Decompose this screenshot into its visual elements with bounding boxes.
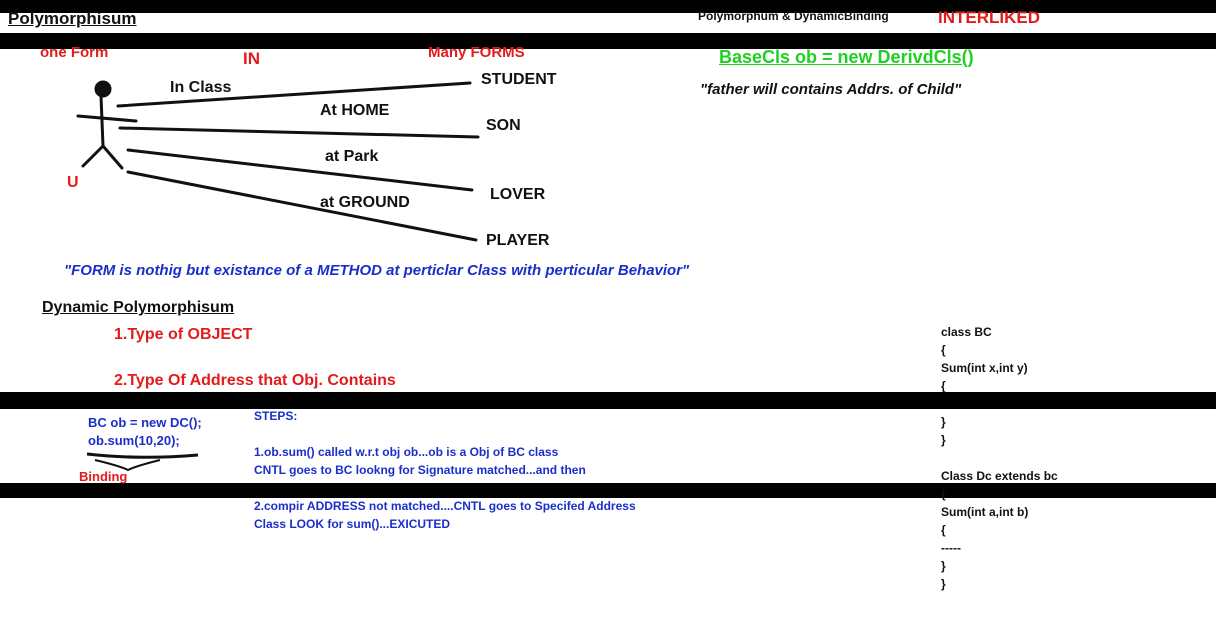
stick-figure-body <box>99 94 105 148</box>
code-line: } <box>941 433 946 447</box>
steps-title: STEPS: <box>254 409 298 423</box>
context-label-class: In Class <box>170 79 232 96</box>
step-1a: 1.ob.sum() called w.r.t obj ob...ob is a… <box>254 445 559 459</box>
example-line-2: ob.sum(10,20); <box>88 433 180 448</box>
base-derived-code: BaseCls ob = new DerivdCls() <box>719 47 974 67</box>
code-line: } <box>941 559 946 573</box>
stick-figure-leg-right <box>101 144 124 170</box>
target-son: SON <box>486 117 521 134</box>
target-player: PLAYER <box>486 232 550 249</box>
target-lover: LOVER <box>490 186 546 203</box>
target-student: STUDENT <box>481 71 557 88</box>
code-line: { <box>941 343 946 357</box>
code-line: } <box>941 415 946 429</box>
code-line: Class Dc extends bc <box>941 469 1058 483</box>
step-1b: CNTL goes to BC lookng for Signature mat… <box>254 463 586 477</box>
code-line: class BC <box>941 325 992 339</box>
connector-lover <box>126 148 474 192</box>
context-label-park: at Park <box>325 148 379 165</box>
binding-label: Binding <box>79 469 128 484</box>
code-line: { <box>941 379 946 393</box>
connector-son <box>118 126 480 139</box>
stick-figure-leg-left <box>81 144 105 168</box>
dynamic-heading: Dynamic Polymorphisum <box>42 299 235 316</box>
code-line: Sum(int x,int y) <box>941 361 1028 375</box>
diagram-lines <box>76 80 480 472</box>
code-line: } <box>941 577 946 591</box>
step-2a: 2.compir ADDRESS not matched....CNTL goe… <box>254 499 636 513</box>
form-definition: "FORM is nothig but existance of a METHO… <box>64 262 690 279</box>
example-line-1: BC ob = new DC(); <box>88 415 202 430</box>
code-line: ----- <box>941 541 961 555</box>
binding-underline <box>86 452 199 459</box>
father-child-quote: "father will contains Addrs. of Child" <box>700 81 962 98</box>
point-type-address: 2.Type Of Address that Obj. Contains <box>114 372 396 389</box>
point-type-object: 1.Type of OBJECT <box>114 326 253 343</box>
stick-figure-head <box>94 80 112 98</box>
context-label-home: At HOME <box>320 102 390 119</box>
context-label-ground: at GROUND <box>320 194 410 211</box>
connector-player <box>126 170 478 242</box>
code-line: { <box>941 487 946 501</box>
code-line: Sum(int a,int b) <box>941 505 1029 519</box>
step-2b: Class LOOK for sum()...EXICUTED <box>254 517 451 531</box>
code-line: { <box>941 523 946 537</box>
stick-figure-arm <box>76 114 138 123</box>
u-label: U <box>67 174 79 191</box>
